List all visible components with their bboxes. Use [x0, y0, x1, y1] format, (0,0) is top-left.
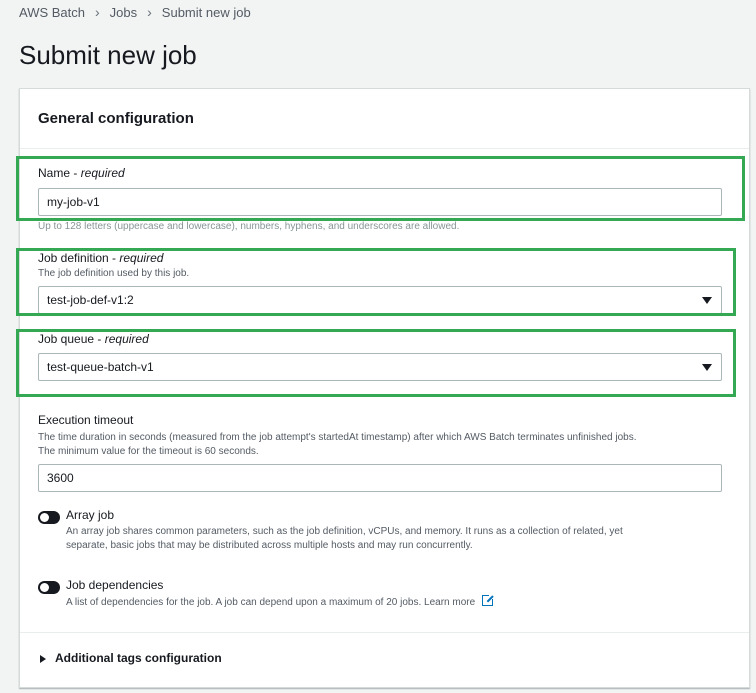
additional-tags-expander[interactable]: Additional tags configuration: [55, 651, 222, 665]
caret-right-icon[interactable]: [40, 655, 46, 663]
breadcrumb-aws-batch[interactable]: AWS Batch: [19, 5, 85, 20]
array-job-label: Array job: [66, 508, 115, 522]
breadcrumb-current: Submit new job: [161, 4, 251, 20]
highlight-job-queue: [16, 329, 736, 397]
execution-timeout-description-2: The minimum value for the timeout is 60 …: [38, 446, 259, 457]
array-job-description-2: separate, basic jobs that may be distrib…: [66, 540, 473, 551]
job-dependencies-description-text: A list of dependencies for the job. A jo…: [66, 597, 422, 608]
execution-timeout-input[interactable]: 3600: [38, 464, 722, 492]
job-dependencies-toggle[interactable]: [38, 581, 60, 594]
chevron-right-icon: ›: [147, 4, 152, 20]
execution-timeout-label: Execution timeout: [38, 413, 134, 427]
divider: [20, 632, 749, 633]
job-dependencies-label: Job dependencies: [66, 578, 164, 592]
page-title: Submit new job: [19, 40, 197, 70]
chevron-right-icon: ›: [94, 4, 100, 20]
toggle-knob: [40, 583, 49, 592]
name-hint: Up to 128 letters (uppercase and lowerca…: [38, 221, 460, 232]
highlight-job-definition: [16, 248, 736, 316]
panel-title: General configuration: [38, 110, 194, 127]
learn-more-link[interactable]: Learn more: [424, 597, 475, 608]
toggle-knob: [40, 513, 49, 522]
highlight-name: [16, 156, 745, 221]
execution-timeout-value: 3600: [47, 471, 74, 485]
panel-header: General configuration: [20, 89, 749, 149]
array-job-toggle[interactable]: [38, 511, 60, 524]
job-dependencies-description: A list of dependencies for the job. A jo…: [66, 593, 495, 610]
execution-timeout-description-1: The time duration in seconds (measured f…: [38, 432, 637, 443]
external-link-icon[interactable]: [481, 593, 495, 606]
array-job-description-1: An array job shares common parameters, s…: [66, 526, 623, 537]
breadcrumb: AWS Batch › Jobs › Submit new job: [19, 4, 251, 20]
breadcrumb-jobs[interactable]: Jobs: [110, 5, 137, 20]
